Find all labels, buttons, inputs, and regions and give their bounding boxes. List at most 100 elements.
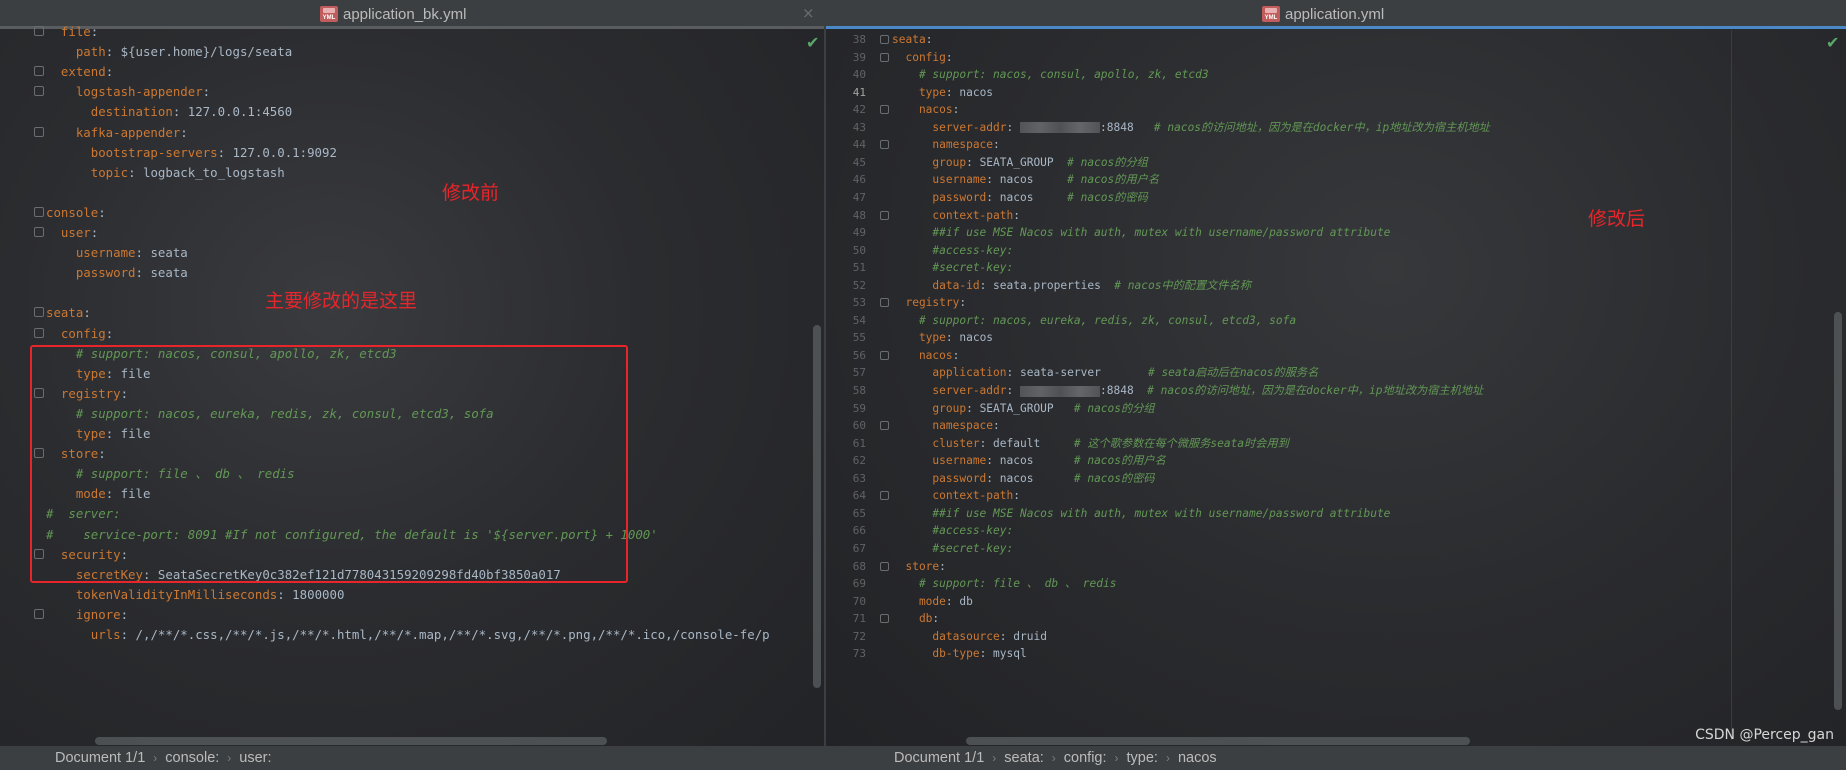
- right-margin-guide: [1731, 30, 1732, 740]
- left-editor-pane[interactable]: YML application_bk.yml × ✔ file: path: $…: [0, 0, 824, 770]
- code-line[interactable]: password: seata: [46, 263, 188, 286]
- fold-toggle-icon[interactable]: [34, 307, 44, 318]
- yaml-value: : SEATA_GROUP: [966, 401, 1074, 415]
- yaml-key: registry: [892, 296, 960, 310]
- fold-toggle-icon[interactable]: [880, 614, 889, 624]
- tab-application-yml[interactable]: YML application.yml: [1262, 0, 1384, 28]
- yaml-value: : seata: [135, 245, 188, 261]
- yaml-value: : SEATA_GROUP: [966, 155, 1068, 169]
- yaml-value: : /,/**/*.css,/**/*.js,/**/*.html,/**/*.…: [120, 627, 770, 642]
- yaml-key: seata: [46, 305, 84, 321]
- close-tab-icon[interactable]: ×: [802, 4, 815, 22]
- fold-toggle-icon[interactable]: [880, 491, 889, 501]
- redacted-ip: [1020, 385, 1100, 397]
- breadcrumb-item[interactable]: type:: [1127, 750, 1158, 766]
- line-number: 68: [852, 559, 866, 573]
- yaml-value: :: [952, 103, 960, 117]
- breadcrumb-item[interactable]: user:: [239, 750, 271, 766]
- line-number: 38: [852, 33, 866, 46]
- yaml-comment: # 这个歌参数在每个微服务seata时会用到: [1073, 436, 1289, 450]
- yaml-key: file: [46, 24, 91, 39]
- yaml-value: :: [945, 50, 953, 64]
- inspection-ok-icon[interactable]: ✔: [1826, 33, 1839, 52]
- yaml-value: : nacos: [945, 331, 994, 345]
- yaml-key: config: [892, 50, 946, 64]
- line-number: 41: [852, 85, 866, 99]
- highlight-box: [30, 345, 628, 583]
- yaml-value: :: [1006, 120, 1020, 134]
- left-vertical-scrollbar[interactable]: [813, 325, 821, 688]
- line-number: 40: [852, 68, 866, 82]
- left-tab-bar: YML application_bk.yml ×: [0, 0, 824, 29]
- yaml-value: : 127.0.0.1:9092: [217, 144, 337, 160]
- breadcrumb-separator-icon: ›: [992, 751, 997, 765]
- yaml-value: :: [939, 559, 946, 573]
- line-number: 39: [852, 50, 866, 64]
- fold-toggle-icon[interactable]: [34, 86, 44, 97]
- yaml-key: username: [892, 454, 987, 468]
- fold-toggle-icon[interactable]: [880, 105, 889, 115]
- breadcrumb: Document 1/1 › seata: › config: › type: › nacos: [894, 750, 1217, 766]
- line-number: 61: [852, 436, 866, 450]
- fold-toggle-icon[interactable]: [34, 126, 44, 137]
- yaml-value: : nacos: [986, 454, 1074, 468]
- fold-toggle-icon[interactable]: [34, 206, 44, 217]
- yaml-comment: # support: nacos, eureka, redis, zk, con…: [892, 313, 1297, 327]
- tab-label: application_bk.yml: [343, 5, 467, 23]
- breadcrumb: Document 1/1 › console: › user:: [55, 750, 272, 766]
- yaml-key: user: [46, 225, 91, 240]
- yaml-value: :: [83, 305, 91, 321]
- line-number: 48: [852, 208, 866, 222]
- breadcrumb-item[interactable]: console:: [165, 750, 219, 766]
- yaml-value: :: [932, 612, 940, 626]
- yaml-comment: # nacos的访问地址，因为是在docker中，ip地址改为宿主机地址: [1147, 120, 1490, 134]
- line-number: 47: [852, 190, 866, 204]
- fold-toggle-icon[interactable]: [880, 350, 889, 360]
- yaml-key: password: [46, 265, 136, 281]
- yaml-key: context-path: [892, 489, 1014, 503]
- fold-toggle-icon[interactable]: [880, 140, 889, 150]
- yaml-value: : seata-server: [1006, 366, 1148, 380]
- line-number: 44: [852, 138, 866, 152]
- right-editor-pane[interactable]: YML application.yml ✔ 38 39 40 41 42 43 44 45 46…: [826, 0, 1846, 770]
- yaml-value: :8848: [1100, 384, 1148, 397]
- yaml-value: : default: [979, 436, 1074, 450]
- inspection-ok-icon[interactable]: ✔: [806, 33, 819, 52]
- fold-toggle-icon[interactable]: [880, 561, 889, 571]
- code-line[interactable]: urls: /,/**/*.css,/**/*.js,/**/*.html,/*…: [46, 625, 770, 648]
- yaml-comment: # support: nacos, consul, apollo, zk, et…: [892, 68, 1209, 82]
- fold-toggle-icon[interactable]: [880, 52, 889, 62]
- yaml-comment: # nacos中的配置文件名称: [1114, 278, 1251, 292]
- fold-toggle-icon[interactable]: [34, 227, 44, 237]
- fold-toggle-icon[interactable]: [34, 327, 44, 338]
- fold-toggle-icon[interactable]: [34, 26, 44, 36]
- right-tab-bar: YML application.yml: [826, 0, 1846, 29]
- fold-toggle-icon[interactable]: [34, 608, 44, 619]
- left-horizontal-scrollbar[interactable]: [95, 737, 607, 745]
- breadcrumb-item[interactable]: nacos: [1178, 750, 1217, 766]
- fold-toggle-icon[interactable]: [34, 66, 44, 77]
- breadcrumb-item[interactable]: Document 1/1: [894, 750, 984, 766]
- yaml-value: : ${user.home}/logs/seata: [105, 44, 293, 60]
- line-number: 50: [852, 243, 866, 257]
- tab-application-bk-yml[interactable]: YML application_bk.yml: [320, 0, 466, 28]
- right-vertical-scrollbar[interactable]: [1834, 312, 1842, 710]
- yaml-value: :: [959, 296, 967, 310]
- fold-toggle-icon[interactable]: [880, 298, 889, 308]
- breadcrumb-item[interactable]: seata:: [1004, 750, 1044, 766]
- yaml-comment: # support: file 、 db 、 redis: [892, 577, 1117, 591]
- yaml-key: datasource: [892, 629, 1000, 643]
- line-number: 51: [852, 261, 866, 275]
- fold-toggle-icon[interactable]: [880, 421, 889, 431]
- code-line[interactable]: db-type: mysql: [892, 645, 1026, 665]
- right-horizontal-scrollbar[interactable]: [966, 737, 1470, 745]
- yaml-value: : seata: [135, 265, 188, 281]
- breadcrumb-item[interactable]: Document 1/1: [55, 750, 145, 766]
- fold-toggle-icon[interactable]: [880, 35, 889, 44]
- code-line[interactable]: topic: logback_to_logstash: [46, 163, 285, 186]
- fold-toggle-icon[interactable]: [880, 210, 889, 220]
- breadcrumb-item[interactable]: config:: [1064, 750, 1107, 766]
- yaml-value: : nacos: [986, 471, 1074, 485]
- annotation-main-change: 主要修改的是这里: [265, 290, 418, 312]
- line-number: 63: [852, 471, 866, 485]
